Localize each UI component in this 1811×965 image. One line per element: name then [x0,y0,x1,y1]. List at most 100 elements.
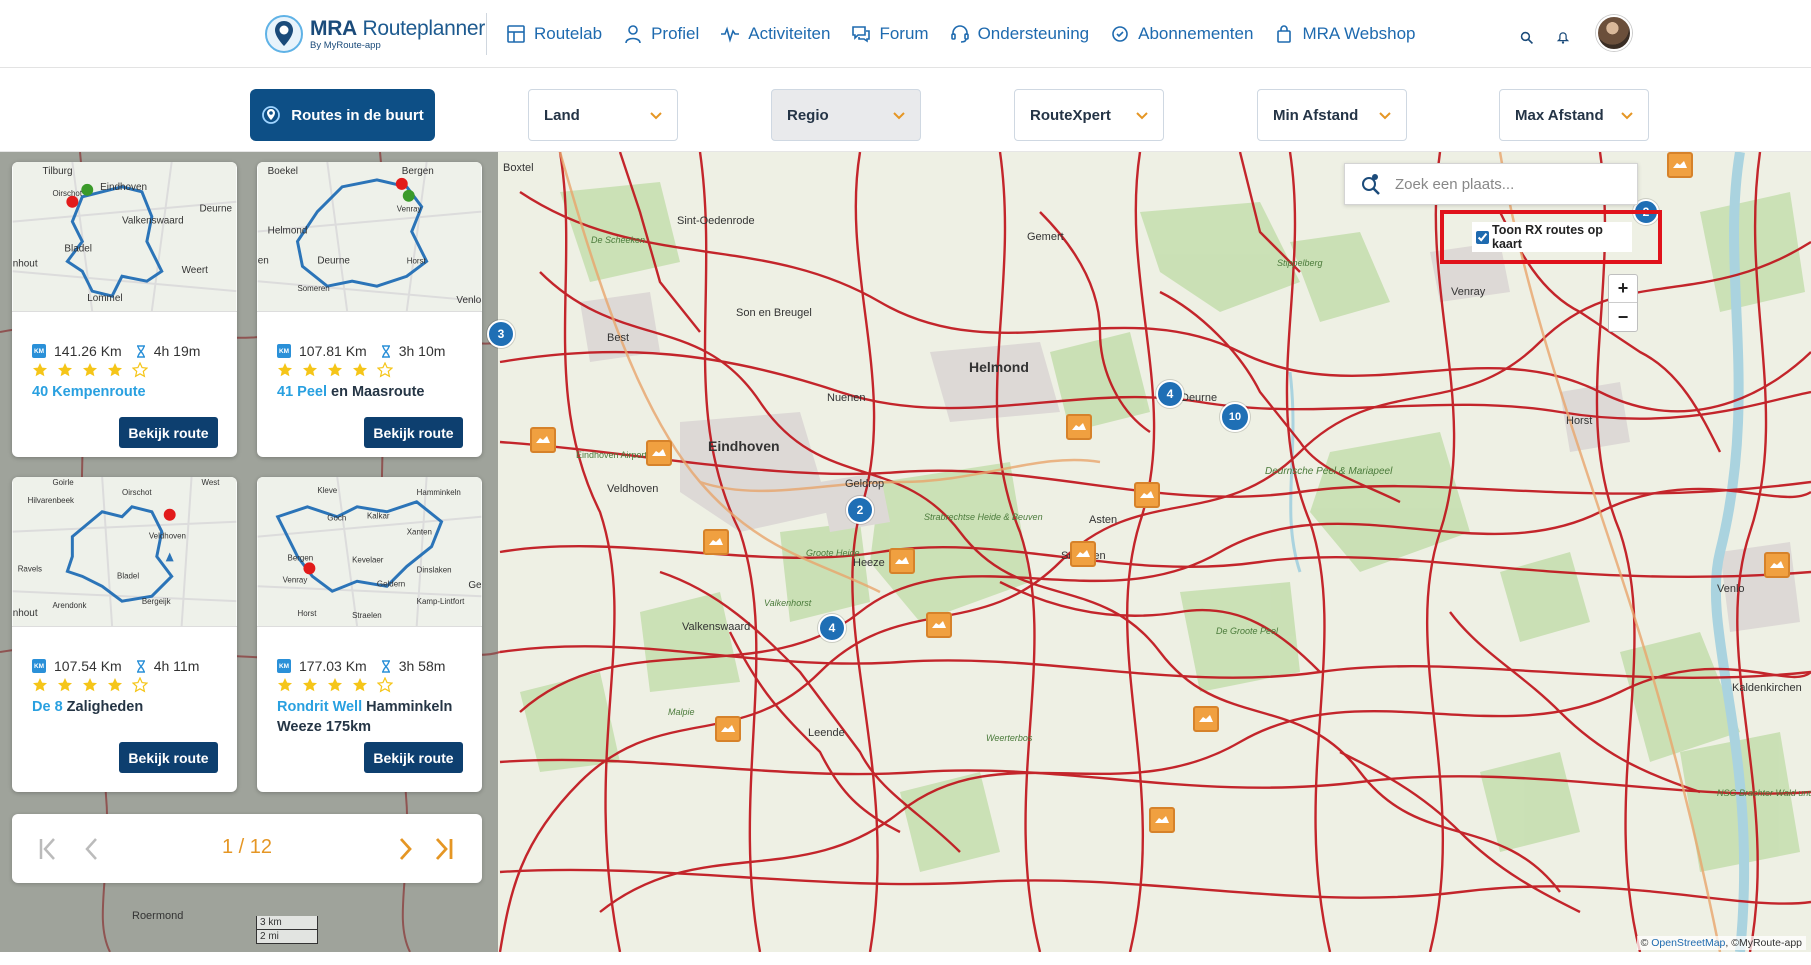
route-card[interactable]: Tilburg Oirschot Eindhoven Deurne Bladel… [12,162,237,457]
map-grid-icon [507,25,525,43]
route-distance: 141.26 Km [54,343,122,359]
thumb-label: Bergen [402,166,434,177]
place-label: Heeze [853,557,885,569]
routexpert-dropdown[interactable]: RouteXpert [1014,89,1164,141]
shopping-bag-icon [1277,25,1292,43]
view-route-button[interactable]: Bekijk route [364,417,463,448]
thumb-label: Goirle [52,478,74,487]
zoom-out-button[interactable]: − [1609,303,1637,331]
nav-ondersteuning[interactable]: Ondersteuning [950,24,1089,44]
route-cluster-marker[interactable]: 2 [846,496,874,524]
user-avatar[interactable] [1596,15,1632,51]
routexpert-marker-icon[interactable] [1764,552,1790,578]
nav-activiteiten[interactable]: Activiteiten [720,24,830,44]
route-card[interactable]: Kleve Hamminkeln Goch Kalkar Kevelaer Xa… [257,477,482,792]
routexpert-marker-icon[interactable] [715,716,741,742]
place-label: Deurnsche Peel & Mariapeel [1265,466,1393,477]
search-icon[interactable] [1520,31,1534,45]
scale-mi: 2 mi [256,930,318,944]
star-filled-icon [328,678,342,692]
route-thumbnail: Boekel Bergen Venray Helmond Deurne Hors… [257,162,482,312]
chat-icon [852,26,871,43]
route-cluster-marker[interactable]: 10 [1220,402,1250,432]
thumb-label: Arendonk [52,601,86,610]
thumb-label: Deurne [317,255,350,266]
view-route-button[interactable]: Bekijk route [119,742,218,773]
routexpert-marker-icon[interactable] [926,612,952,638]
dropdown-label: RouteXpert [1030,106,1111,124]
nav-profiel[interactable]: Profiel [623,24,699,44]
place-search-input[interactable] [1395,175,1615,193]
place-label: Valkenswaard [682,621,750,633]
next-page-icon[interactable] [390,834,420,864]
star-filled-icon [83,678,97,692]
zoom-control: + − [1608,274,1638,332]
view-route-button[interactable]: Bekijk route [119,417,218,448]
last-page-icon[interactable] [428,834,458,864]
thumb-label: Lommel [87,293,122,304]
star-filled-icon [353,363,367,377]
nav-abonnementen[interactable]: Abonnementen [1110,24,1253,44]
headset-icon [950,25,969,43]
view-route-button[interactable]: Bekijk route [364,742,463,773]
routexpert-marker-icon[interactable] [1149,807,1175,833]
routexpert-marker-icon[interactable] [1070,541,1096,567]
routexpert-marker-icon[interactable] [1066,414,1092,440]
star-filled-icon [108,678,122,692]
thumb-label: Valkenswaard [122,216,184,227]
place-label: Veldhoven [607,483,658,495]
routexpert-marker-icon[interactable] [1134,482,1160,508]
route-thumbnail: Tilburg Oirschot Eindhoven Deurne Bladel… [12,162,237,312]
routes-nearby-button[interactable]: Routes in de buurt [250,89,435,141]
star-filled-icon [33,363,47,377]
route-title[interactable]: 40 Kempenroute [32,382,227,402]
route-title[interactable]: Rondrit Well Hamminkeln Weeze 175km [277,697,472,737]
place-search-box[interactable] [1344,163,1638,205]
routexpert-marker-icon[interactable] [703,529,729,555]
route-meta: KM 177.03 Km 3h 58m [277,658,477,674]
route-pager: 1 / 12 [12,814,482,883]
route-duration: 3h 58m [398,658,446,674]
nav-mra-webshop[interactable]: MRA Webshop [1274,24,1416,44]
routexpert-marker-icon[interactable] [1667,152,1693,178]
route-cluster-marker[interactable]: 4 [818,614,846,642]
hourglass-icon [381,344,390,358]
route-card[interactable]: Boekel Bergen Venray Helmond Deurne Hors… [257,162,482,457]
distance-icon: KM [32,659,46,673]
zoom-in-button[interactable]: + [1609,275,1637,303]
osm-link[interactable]: OpenStreetMap [1651,937,1725,949]
regio-dropdown[interactable]: Regio [771,89,921,141]
route-title[interactable]: De 8 Zaligheden [32,697,227,717]
min-afstand-dropdown[interactable]: Min Afstand [1257,89,1407,141]
nav-routelab[interactable]: Routelab [506,24,602,44]
thumb-label: Someren [297,284,329,293]
route-map[interactable]: Boxtel Sint-Oedenrode Gemert Son en Breu… [0,152,1811,952]
thumb-label: Hilvarenbeek [28,496,74,505]
route-distance: 107.54 Km [54,658,122,674]
nav-label: Abonnementen [1138,24,1254,43]
rx-routes-toggle[interactable]: Toon RX routes op kaart [1472,222,1632,252]
thumb-label: Bergeijk [142,597,171,606]
routexpert-marker-icon[interactable] [646,440,672,466]
filter-bar: Routes in de buurt Land Regio RouteXpert… [0,68,1811,152]
max-afstand-dropdown[interactable]: Max Afstand [1499,89,1649,141]
routexpert-marker-icon[interactable] [1193,706,1219,732]
route-title[interactable]: 41 Peel en Maasroute [277,382,472,402]
brand-title: MRA Routeplanner [310,16,485,40]
rx-routes-checkbox[interactable] [1476,230,1489,244]
place-label: De Scheeken [591,235,645,245]
brand-subtitle: By MyRoute-app [310,39,381,51]
thumb-label: nhout [13,608,38,619]
nav-forum[interactable]: Forum [851,24,929,44]
routexpert-marker-icon[interactable] [889,548,915,574]
route-distance: 177.03 Km [299,658,367,674]
route-card[interactable]: Goirle Hilvarenbeek Oirschot Veldhoven R… [12,477,237,792]
thumb-label: Ge [468,580,482,591]
route-cluster-marker[interactable]: 3 [487,320,515,348]
brand-logo-link[interactable]: MRA Routeplanner By MyRoute-app [264,13,485,55]
routexpert-marker-icon[interactable] [530,427,556,453]
land-dropdown[interactable]: Land [528,89,678,141]
bell-icon[interactable] [1556,30,1570,45]
route-cluster-marker[interactable]: 4 [1156,380,1184,408]
thumb-label: Goch [327,514,346,523]
